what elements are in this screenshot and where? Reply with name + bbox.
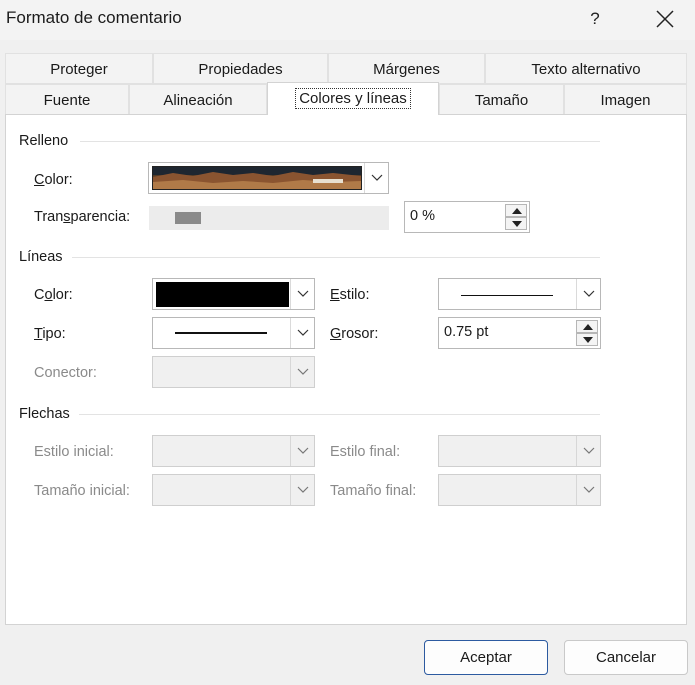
lineas-color-label: Color: bbox=[34, 287, 73, 303]
tamano-final-arrow bbox=[576, 475, 600, 505]
estilo-inicial-arrow bbox=[290, 436, 314, 466]
tamano-inicial-arrow bbox=[290, 475, 314, 505]
tab-fuente[interactable]: Fuente bbox=[5, 84, 129, 115]
tab-texto-alternativo[interactable]: Texto alternativo bbox=[485, 53, 687, 84]
relleno-color-label: Color: bbox=[34, 172, 73, 188]
section-flechas-heading: Flechas bbox=[19, 406, 70, 422]
line-color-swatch bbox=[156, 282, 289, 307]
close-icon bbox=[656, 10, 674, 28]
grosor-up-button[interactable] bbox=[576, 320, 598, 333]
help-button[interactable]: ? bbox=[580, 4, 610, 34]
tab-colores-y-lineas[interactable]: Colores y líneas bbox=[267, 82, 439, 115]
tamano-final-dropdown bbox=[438, 474, 601, 506]
dialog-title: Formato de comentario bbox=[6, 8, 182, 27]
estilo-final-dropdown bbox=[438, 435, 601, 467]
chevron-down-icon bbox=[583, 290, 595, 297]
grosor-down-button[interactable] bbox=[576, 333, 598, 346]
line-type-sample bbox=[175, 332, 267, 334]
section-divider bbox=[80, 141, 600, 142]
estilo-final-arrow bbox=[576, 436, 600, 466]
line-type-arrow[interactable] bbox=[290, 318, 314, 348]
transparency-up-button[interactable] bbox=[505, 204, 527, 217]
estilo-inicial-dropdown bbox=[152, 435, 315, 467]
fill-image-swatch bbox=[152, 166, 362, 190]
tab-tamano[interactable]: Tamaño bbox=[439, 84, 564, 115]
grosor-label: Grosor: bbox=[330, 326, 379, 342]
section-divider bbox=[72, 257, 600, 258]
tab-propiedades[interactable]: Propiedades bbox=[153, 53, 328, 84]
tamano-inicial-dropdown bbox=[152, 474, 315, 506]
landscape-image-icon bbox=[153, 167, 361, 189]
spin-up-icon bbox=[583, 324, 593, 330]
line-style-arrow[interactable] bbox=[576, 279, 600, 309]
line-type-dropdown[interactable] bbox=[152, 317, 315, 349]
tipo-label: Tipo: bbox=[34, 326, 66, 342]
chevron-down-icon bbox=[371, 174, 383, 181]
line-color-arrow[interactable] bbox=[290, 279, 314, 309]
estilo-final-label: Estilo final: bbox=[330, 444, 401, 460]
transparency-slider-thumb[interactable] bbox=[175, 212, 201, 224]
conector-arrow bbox=[290, 357, 314, 387]
line-style-dropdown[interactable] bbox=[438, 278, 601, 310]
spin-up-icon bbox=[512, 208, 522, 214]
tab-alineacion[interactable]: Alineación bbox=[129, 84, 267, 115]
chevron-down-icon bbox=[583, 447, 595, 454]
tab-proteger[interactable]: Proteger bbox=[5, 53, 153, 84]
spin-down-icon bbox=[512, 221, 522, 227]
tamano-inicial-label: Tamaño inicial: bbox=[34, 483, 130, 499]
chevron-down-icon bbox=[297, 290, 309, 297]
chevron-down-icon bbox=[297, 329, 309, 336]
conector-label: Conector: bbox=[34, 365, 97, 381]
ok-button[interactable]: Aceptar bbox=[424, 640, 548, 675]
spin-down-icon bbox=[583, 337, 593, 343]
relleno-color-label-rest: olor: bbox=[44, 172, 73, 188]
conector-dropdown bbox=[152, 356, 315, 388]
transparencia-label: Transparencia: bbox=[34, 209, 131, 225]
tamano-final-label: Tamaño final: bbox=[330, 483, 417, 499]
title-bar: Formato de comentario ? bbox=[0, 0, 695, 40]
close-button[interactable] bbox=[648, 4, 682, 34]
estilo-inicial-label: Estilo inicial: bbox=[34, 444, 114, 460]
transparency-spinbox[interactable]: 0 % bbox=[404, 201, 530, 233]
section-lineas-heading: Líneas bbox=[19, 249, 63, 265]
line-style-sample bbox=[461, 295, 553, 296]
tab-margenes[interactable]: Márgenes bbox=[328, 53, 485, 84]
tab-imagen[interactable]: Imagen bbox=[564, 84, 687, 115]
section-divider bbox=[79, 414, 600, 415]
tab-colores-y-lineas-label: Colores y líneas bbox=[295, 88, 411, 109]
transparency-down-button[interactable] bbox=[505, 217, 527, 230]
grosor-value[interactable]: 0.75 pt bbox=[444, 324, 488, 340]
relleno-color-arrow[interactable] bbox=[364, 163, 388, 193]
chevron-down-icon bbox=[297, 486, 309, 493]
chevron-down-icon bbox=[297, 368, 309, 375]
transparency-value[interactable]: 0 % bbox=[410, 208, 435, 224]
estilo-label: Estilo: bbox=[330, 287, 370, 303]
chevron-down-icon bbox=[583, 486, 595, 493]
cancel-button[interactable]: Cancelar bbox=[564, 640, 688, 675]
section-relleno-heading: Relleno bbox=[19, 133, 69, 149]
grosor-spinbox[interactable]: 0.75 pt bbox=[438, 317, 601, 349]
transparency-slider[interactable] bbox=[149, 206, 389, 230]
line-color-dropdown[interactable] bbox=[152, 278, 315, 310]
chevron-down-icon bbox=[297, 447, 309, 454]
relleno-color-dropdown[interactable] bbox=[148, 162, 389, 194]
